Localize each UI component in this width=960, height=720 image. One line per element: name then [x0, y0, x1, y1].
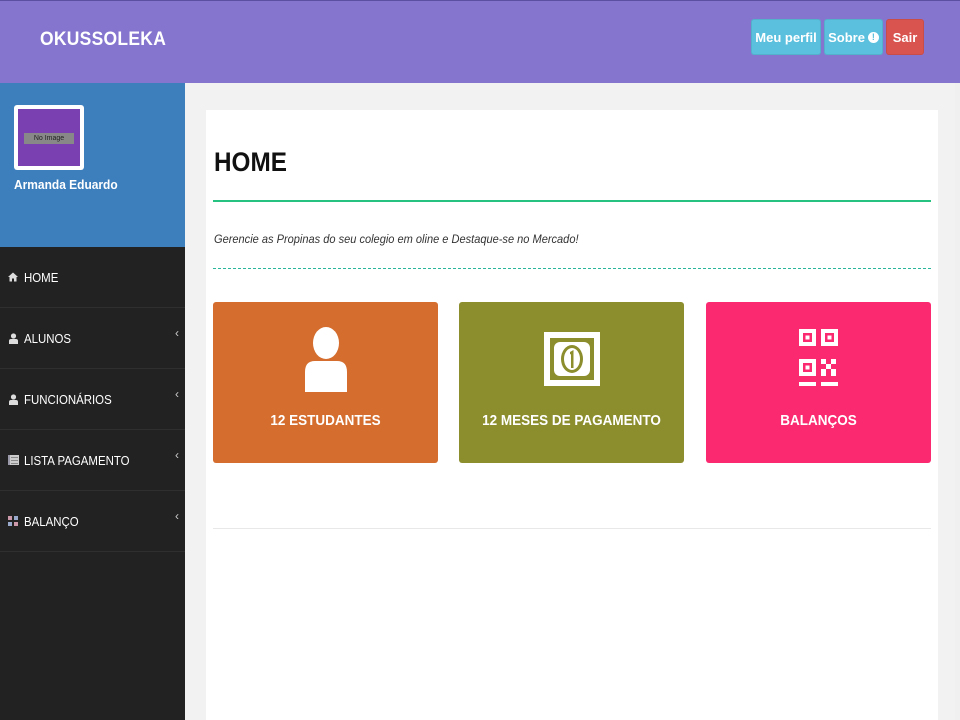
chevron-left-icon: ‹ [175, 387, 179, 401]
sidebar-item-lista-pagamento[interactable]: LISTA PAGAMENTO ‹ [0, 430, 185, 491]
user-profile-panel: No Image Armanda Eduardo [0, 83, 185, 247]
list-icon [7, 454, 19, 466]
chevron-left-icon: ‹ [175, 326, 179, 340]
content-divider [213, 528, 931, 529]
user-icon [213, 327, 438, 392]
sidebar-item-label: ALUNOS [24, 330, 72, 346]
scrollbar[interactable] [955, 83, 960, 720]
sidebar: HOME ALUNOS ‹ FUNCIONÁRIOS ‹ LISTA PAGAM… [0, 247, 185, 720]
students-count-label: 12 ESTUDANTES [270, 412, 381, 429]
page-title: HOME [214, 147, 287, 177]
avatar-placeholder-text: No Image [24, 133, 74, 144]
payment-months-label: 12 MESES DE PAGAMENTO [482, 412, 661, 429]
sidebar-item-label: LISTA PAGAMENTO [24, 452, 130, 468]
top-navbar: OKUSSOLEKA Meu perfil Sobre ! Sair [0, 0, 960, 83]
user-name: Armanda Eduardo [14, 177, 118, 192]
logout-button[interactable]: Sair [886, 19, 924, 55]
sidebar-item-alunos[interactable]: ALUNOS ‹ [0, 308, 185, 369]
my-profile-button[interactable]: Meu perfil [751, 19, 821, 55]
payment-months-tile[interactable]: 12 MESES DE PAGAMENTO [459, 302, 684, 463]
sidebar-item-label: FUNCIONÁRIOS [24, 391, 112, 407]
sidebar-item-funcionarios[interactable]: FUNCIONÁRIOS ‹ [0, 369, 185, 430]
logout-label: Sair [892, 29, 918, 45]
brand-logo[interactable]: OKUSSOLEKA [40, 29, 166, 51]
page-subtitle: Gerencie as Propinas do seu colegio em o… [214, 232, 579, 246]
user-icon [7, 332, 19, 344]
chevron-left-icon: ‹ [175, 509, 179, 523]
sidebar-item-label: HOME [24, 269, 59, 285]
main-content-panel: HOME Gerencie as Propinas do seu colegio… [206, 110, 938, 720]
my-profile-label: Meu perfil [755, 29, 817, 45]
sidebar-item-balanco[interactable]: BALANÇO ‹ [0, 491, 185, 552]
user-icon [7, 393, 19, 405]
sidebar-item-home[interactable]: HOME [0, 247, 185, 308]
title-divider [213, 200, 931, 202]
balances-tile[interactable]: BALANÇOS [706, 302, 931, 463]
qrcode-icon [706, 327, 931, 391]
info-icon: ! [867, 31, 879, 43]
grid-icon [7, 515, 19, 527]
about-label: Sobre [828, 29, 865, 45]
about-button[interactable]: Sobre ! [824, 19, 883, 55]
subtitle-divider [213, 268, 931, 269]
sidebar-item-label: BALANÇO [24, 513, 79, 529]
students-tile[interactable]: 12 ESTUDANTES [213, 302, 438, 463]
chevron-left-icon: ‹ [175, 448, 179, 462]
balances-label: BALANÇOS [780, 412, 857, 429]
money-bill-icon [459, 327, 684, 391]
avatar-image: No Image [18, 109, 80, 166]
avatar: No Image [14, 105, 84, 170]
home-icon [7, 271, 19, 283]
